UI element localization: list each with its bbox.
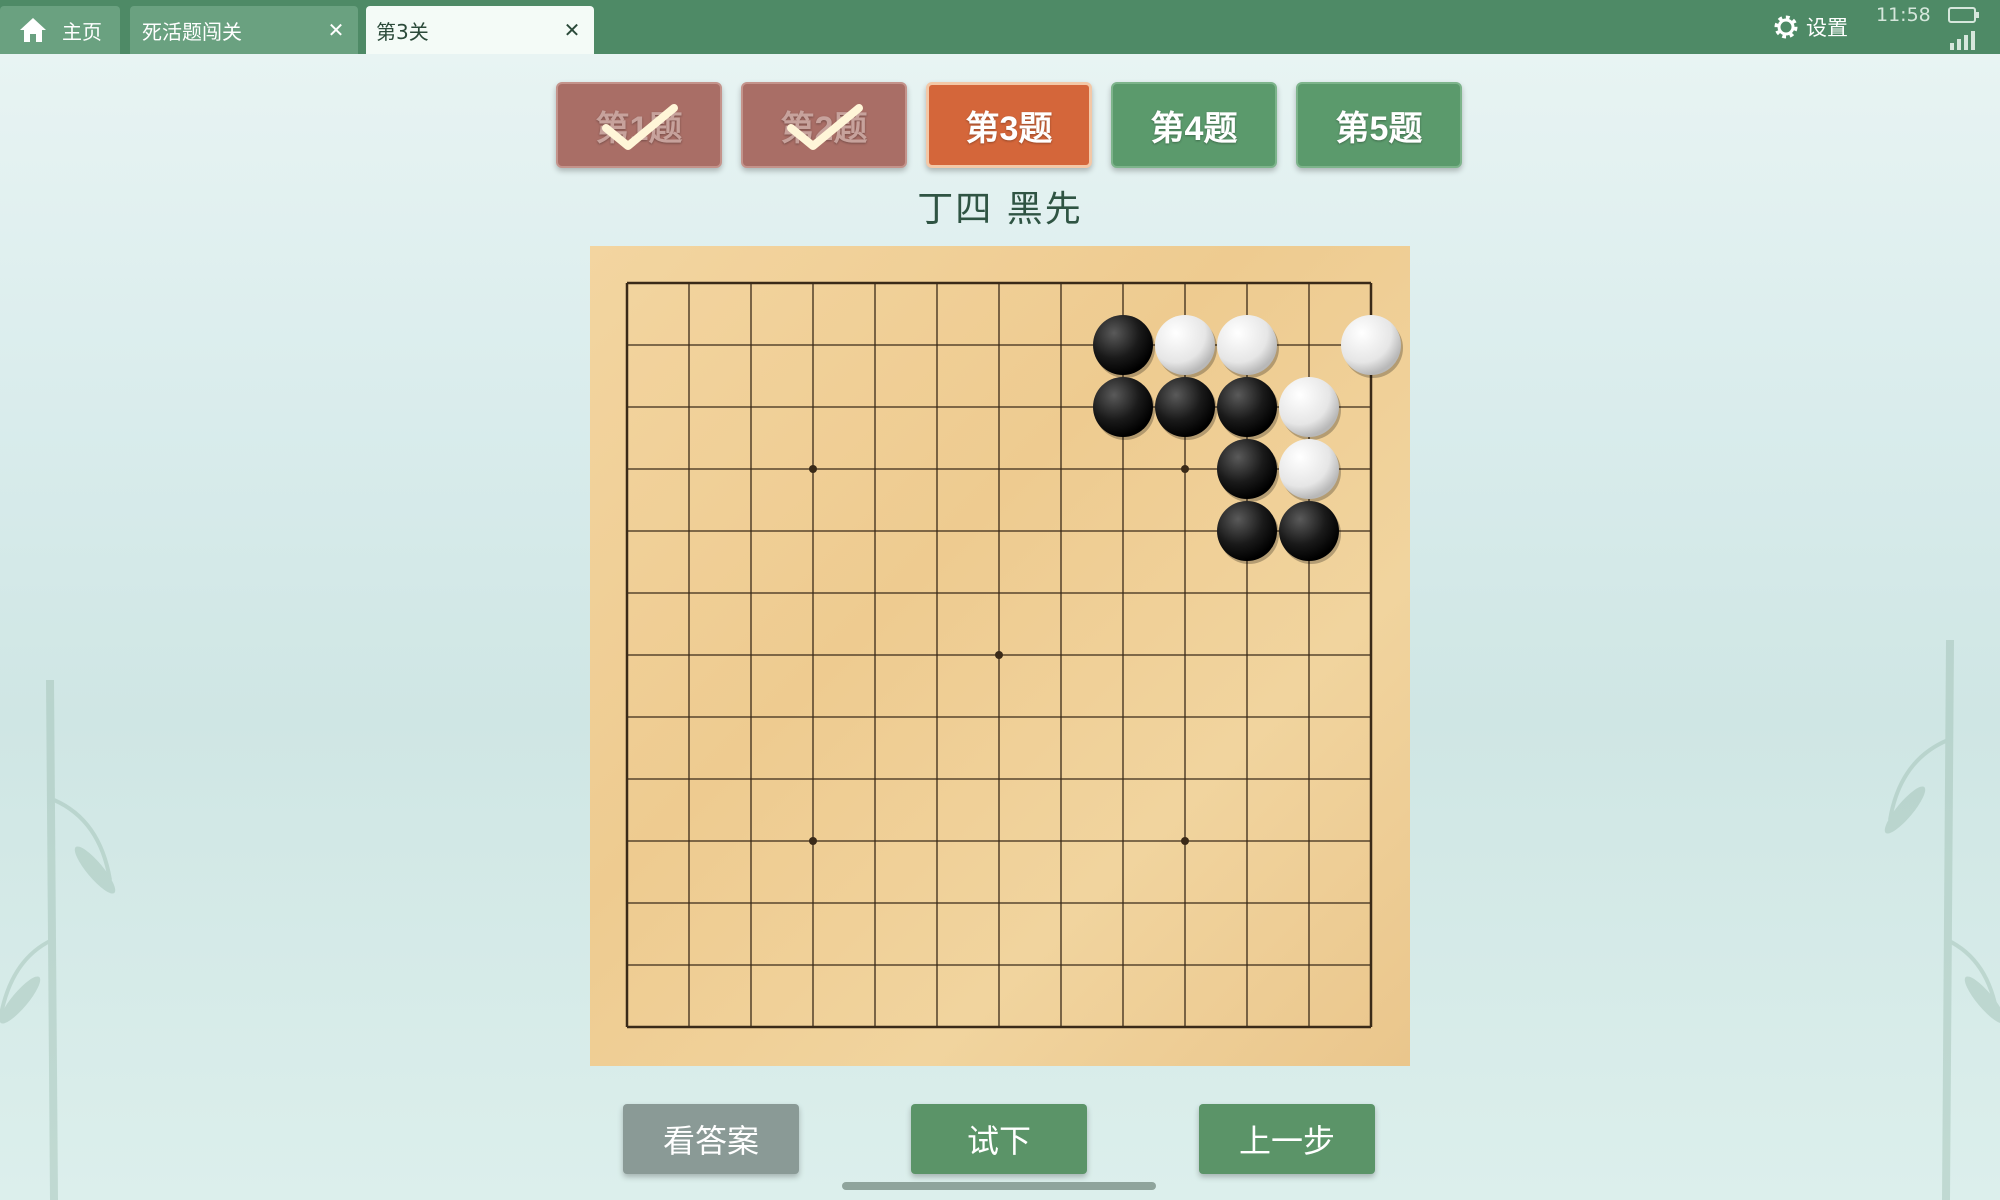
battery-icon bbox=[1948, 7, 1979, 23]
problem-4-label: 第4题 bbox=[1150, 109, 1238, 148]
problem-3-label: 第3题 bbox=[965, 109, 1053, 148]
bamboo-decoration-right bbox=[1884, 640, 2000, 1200]
view-answer-button[interactable]: 看答案 bbox=[623, 1104, 799, 1174]
star-point bbox=[809, 837, 817, 845]
tab-home[interactable]: 主页 bbox=[0, 6, 120, 54]
black-stone[interactable] bbox=[1155, 377, 1215, 437]
home-icon bbox=[20, 18, 46, 42]
try-move-button[interactable]: 试下 bbox=[911, 1104, 1087, 1174]
problem-1-button[interactable]: 第1题 bbox=[556, 82, 722, 168]
star-point bbox=[995, 651, 1003, 659]
problem-3-button[interactable]: 第3题 bbox=[926, 82, 1092, 168]
white-stone[interactable] bbox=[1217, 315, 1277, 375]
tab-level-3-label: 第3关 bbox=[376, 19, 429, 44]
problem-5-button[interactable]: 第5题 bbox=[1296, 82, 1462, 168]
star-point bbox=[809, 465, 817, 473]
home-indicator[interactable] bbox=[842, 1182, 1156, 1190]
white-stone[interactable] bbox=[1279, 439, 1339, 499]
tab-life-death-challenge[interactable]: 死活题闯关 ✕ bbox=[130, 6, 358, 54]
tab-life-death-label: 死活题闯关 bbox=[142, 19, 242, 44]
signal-icon bbox=[1950, 31, 1975, 50]
black-stone[interactable] bbox=[1093, 315, 1153, 375]
black-stone[interactable] bbox=[1217, 439, 1277, 499]
white-stone[interactable] bbox=[1155, 315, 1215, 375]
black-stone[interactable] bbox=[1217, 377, 1277, 437]
problem-4-button[interactable]: 第4题 bbox=[1111, 82, 1277, 168]
black-stone[interactable] bbox=[1093, 377, 1153, 437]
bamboo-decoration-left bbox=[0, 680, 116, 1200]
settings-button[interactable]: 设置 bbox=[1772, 8, 1848, 46]
star-point bbox=[1181, 837, 1189, 845]
problem-subtitle: 丁四 黑先 bbox=[917, 189, 1083, 230]
problem-2-button[interactable]: 第2题 bbox=[741, 82, 907, 168]
close-icon[interactable]: ✕ bbox=[550, 6, 594, 54]
clock: 11:58 bbox=[1876, 4, 1931, 26]
view-answer-label: 看答案 bbox=[662, 1122, 759, 1160]
go-board[interactable] bbox=[590, 246, 1410, 1066]
undo-label: 上一步 bbox=[1238, 1122, 1335, 1160]
star-point bbox=[1181, 465, 1189, 473]
settings-label: 设置 bbox=[1806, 16, 1848, 40]
problem-5-label: 第5题 bbox=[1335, 109, 1423, 148]
gear-icon bbox=[1774, 15, 1798, 39]
top-bar: 主页 死活题闯关 ✕ 第3关 ✕ 设置 11:58 bbox=[0, 0, 2000, 54]
try-move-label: 试下 bbox=[966, 1122, 1031, 1160]
undo-button[interactable]: 上一步 bbox=[1199, 1104, 1375, 1174]
black-stone[interactable] bbox=[1217, 501, 1277, 561]
check-icon bbox=[602, 104, 678, 150]
close-icon[interactable]: ✕ bbox=[314, 6, 358, 54]
check-icon bbox=[787, 104, 863, 150]
tab-level-3[interactable]: 第3关 ✕ bbox=[366, 6, 594, 54]
white-stone[interactable] bbox=[1341, 315, 1401, 375]
white-stone[interactable] bbox=[1279, 377, 1339, 437]
board-grid bbox=[625, 281, 1403, 1029]
tab-home-label: 主页 bbox=[62, 19, 102, 44]
black-stone[interactable] bbox=[1279, 501, 1339, 561]
